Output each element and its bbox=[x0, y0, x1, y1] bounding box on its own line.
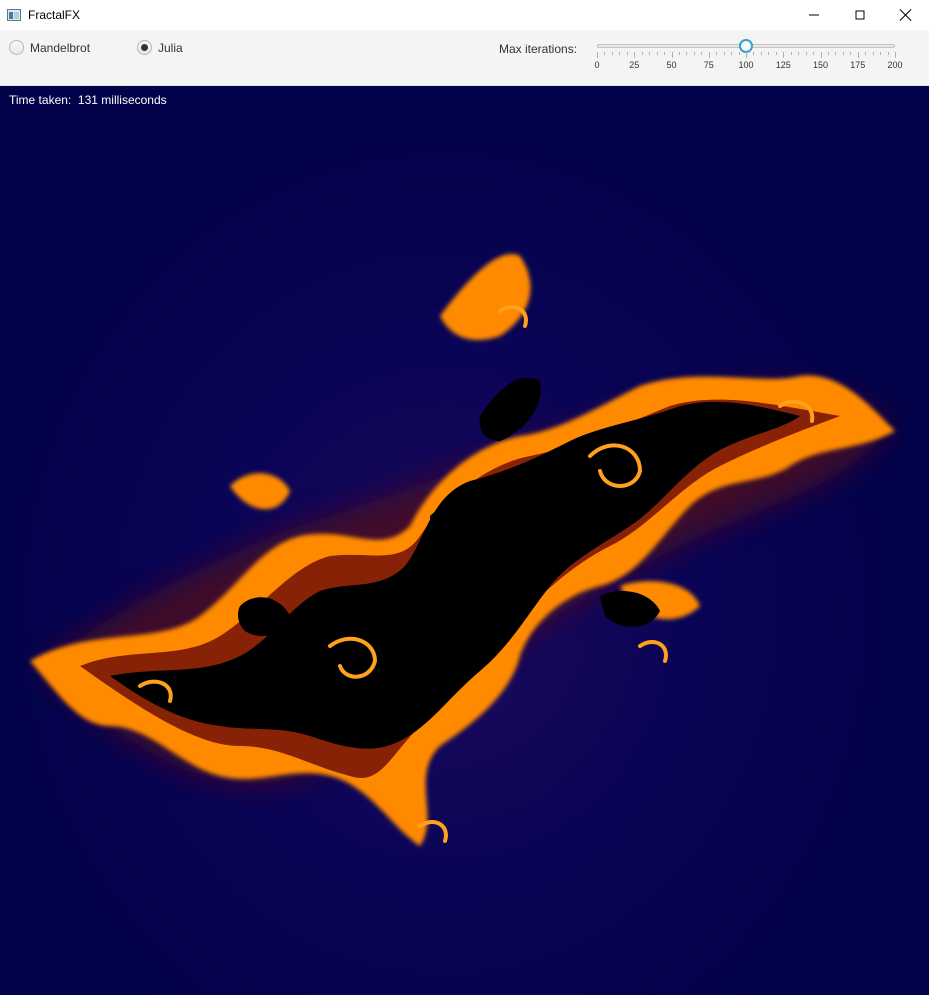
slider-minor-tick bbox=[738, 52, 740, 55]
slider-minor-tick bbox=[768, 52, 770, 55]
slider-minor-tick bbox=[827, 52, 829, 55]
time-taken-label: Time taken: 131 milliseconds bbox=[9, 93, 167, 107]
julia-fractal-image bbox=[30, 254, 895, 846]
slider-tick-label: 175 bbox=[850, 60, 866, 70]
slider-tick-label: 125 bbox=[775, 60, 791, 70]
slider-tick-label: 50 bbox=[666, 60, 677, 70]
radio-mandelbrot-label: Mandelbrot bbox=[30, 40, 91, 55]
slider-minor-tick bbox=[604, 52, 606, 55]
slider-tick-label: 200 bbox=[887, 60, 903, 70]
slider-tick-label: 100 bbox=[738, 60, 754, 70]
app-icon bbox=[7, 9, 21, 21]
slider-minor-tick bbox=[693, 52, 695, 55]
slider-tick-label: 0 bbox=[594, 60, 600, 70]
slider-major-tick bbox=[671, 52, 673, 58]
slider-minor-tick bbox=[790, 52, 792, 55]
title-bar: FractalFX bbox=[0, 0, 929, 30]
slider-minor-tick bbox=[880, 52, 882, 55]
maximize-button[interactable] bbox=[837, 0, 883, 30]
slider-minor-tick bbox=[813, 52, 815, 55]
slider-minor-tick bbox=[716, 52, 718, 55]
fractal-canvas[interactable]: Time taken: 131 milliseconds bbox=[0, 86, 929, 995]
slider-minor-tick bbox=[686, 52, 688, 55]
radio-julia[interactable]: Julia bbox=[137, 40, 183, 55]
radio-julia-label: Julia bbox=[158, 40, 183, 55]
slider-major-tick bbox=[634, 52, 636, 58]
slider-minor-tick bbox=[701, 52, 703, 55]
minimize-icon bbox=[809, 14, 819, 16]
max-iterations-label: Max iterations: bbox=[499, 42, 578, 56]
window-controls bbox=[791, 0, 929, 30]
slider-minor-tick bbox=[626, 52, 628, 55]
time-taken-value: 131 milliseconds bbox=[77, 93, 167, 107]
slider-major-tick bbox=[820, 52, 822, 58]
slider-minor-tick bbox=[872, 52, 874, 55]
slider-thumb[interactable] bbox=[739, 39, 753, 53]
slider-minor-tick bbox=[641, 52, 643, 55]
slider-minor-tick bbox=[723, 52, 725, 55]
slider-minor-tick bbox=[805, 52, 807, 55]
slider-tick-label: 25 bbox=[629, 60, 640, 70]
slider-minor-tick bbox=[664, 52, 666, 55]
slider-minor-tick bbox=[865, 52, 867, 55]
slider-minor-tick bbox=[850, 52, 852, 55]
slider-major-tick bbox=[746, 52, 747, 58]
max-iterations-slider[interactable]: 0 25 50 75 100 125 150 175 200 bbox=[594, 39, 903, 80]
slider-minor-tick bbox=[753, 52, 755, 55]
slider-minor-tick bbox=[798, 52, 800, 55]
time-taken-caption: Time taken: bbox=[9, 93, 72, 107]
minimize-button[interactable] bbox=[791, 0, 837, 30]
slider-minor-tick bbox=[775, 52, 777, 55]
close-icon bbox=[900, 9, 912, 21]
slider-major-tick bbox=[783, 52, 785, 58]
maximize-icon bbox=[855, 10, 865, 20]
slider-major-tick bbox=[708, 52, 710, 58]
radio-mandelbrot[interactable]: Mandelbrot bbox=[9, 40, 90, 55]
radio-julia-circle[interactable] bbox=[137, 40, 152, 55]
slider-tick-label: 75 bbox=[703, 60, 714, 70]
slider-minor-tick bbox=[619, 52, 621, 55]
radio-mandelbrot-circle[interactable] bbox=[9, 40, 24, 55]
slider-major-tick bbox=[857, 52, 859, 58]
close-button[interactable] bbox=[883, 0, 929, 30]
slider-minor-tick bbox=[835, 52, 837, 55]
window-title: FractalFX bbox=[28, 8, 81, 22]
slider-minor-tick bbox=[611, 52, 613, 55]
slider-minor-tick bbox=[731, 52, 733, 55]
slider-minor-tick bbox=[678, 52, 680, 55]
slider-minor-tick bbox=[842, 52, 844, 55]
toolbar: Mandelbrot Julia Max iterations: 0 25 50 75… bbox=[0, 30, 929, 86]
slider-minor-tick bbox=[656, 52, 658, 55]
slider-minor-tick bbox=[760, 52, 762, 55]
slider-major-tick bbox=[597, 52, 598, 58]
slider-major-tick bbox=[895, 52, 896, 58]
slider-minor-tick bbox=[649, 52, 651, 55]
slider-minor-tick bbox=[887, 52, 889, 55]
slider-tick-label: 150 bbox=[812, 60, 829, 70]
